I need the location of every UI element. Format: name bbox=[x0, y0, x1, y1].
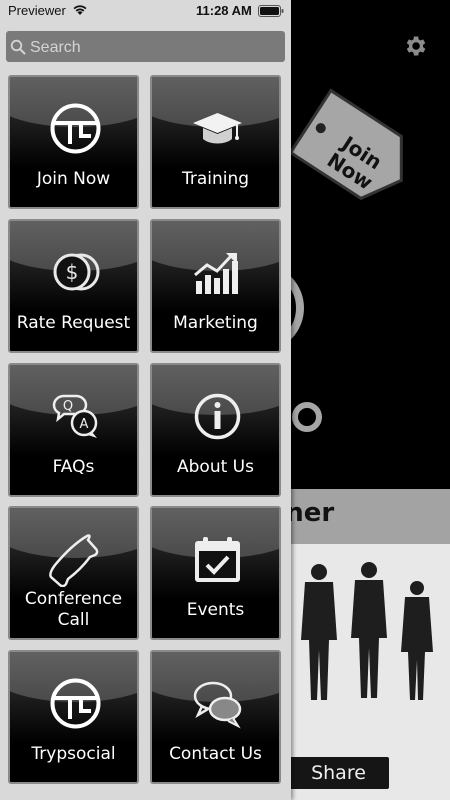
svg-text:Q: Q bbox=[63, 399, 73, 414]
menu-tile-training[interactable]: Training bbox=[150, 75, 281, 209]
menu-tile-trypsocial[interactable]: Trypsocial bbox=[8, 650, 139, 784]
info-icon bbox=[194, 393, 241, 440]
wifi-icon bbox=[73, 5, 87, 15]
chat-bubbles-icon bbox=[193, 681, 242, 729]
phone-icon bbox=[49, 534, 99, 587]
business-people-image bbox=[301, 562, 433, 700]
menu-tile-conference-call[interactable]: Conference Call bbox=[8, 506, 139, 640]
tile-label: Marketing bbox=[173, 313, 258, 333]
trypsocial-logo-icon bbox=[50, 678, 101, 729]
svg-text:A: A bbox=[80, 417, 89, 432]
tile-label: Conference Call bbox=[24, 589, 123, 630]
tile-label: Trypsocial bbox=[31, 744, 116, 764]
menu-tile-events[interactable]: Events bbox=[150, 506, 281, 640]
tile-label: About Us bbox=[177, 457, 254, 477]
tile-label: FAQs bbox=[52, 457, 95, 477]
status-bar: Previewer 11:28 AM bbox=[0, 0, 291, 22]
battery-icon bbox=[258, 5, 284, 17]
tile-label: Join Now bbox=[36, 169, 111, 189]
menu-tile-faqs[interactable]: Q A FAQs bbox=[8, 363, 139, 497]
search-input[interactable] bbox=[28, 33, 282, 62]
ring-dot bbox=[292, 402, 322, 432]
search-icon bbox=[10, 39, 26, 55]
menu-tile-about-us[interactable]: About Us bbox=[150, 363, 281, 497]
carrier-name: Previewer bbox=[8, 3, 66, 18]
gear-icon[interactable] bbox=[402, 33, 428, 59]
tile-label: Rate Request bbox=[16, 313, 131, 333]
menu-tile-marketing[interactable]: Marketing bbox=[150, 219, 281, 353]
qa-bubbles-icon: Q A bbox=[52, 394, 98, 438]
growth-chart-icon bbox=[194, 253, 238, 294]
share-button[interactable]: Share bbox=[288, 757, 389, 789]
menu-tile-rate-request[interactable]: $ Rate Request bbox=[8, 219, 139, 353]
graduation-cap-icon bbox=[193, 113, 242, 144]
menu-tile-contact-us[interactable]: Contact Us bbox=[150, 650, 281, 784]
status-time: 11:28 AM bbox=[196, 3, 252, 18]
side-menu: Previewer 11:28 AM Join Now bbox=[0, 0, 291, 800]
tile-label: Events bbox=[186, 600, 245, 620]
svg-text:$: $ bbox=[66, 260, 79, 284]
tile-label: Contact Us bbox=[169, 744, 262, 764]
tile-label: Training bbox=[181, 169, 250, 189]
trypsocial-logo-icon bbox=[50, 103, 101, 154]
calendar-check-icon bbox=[195, 537, 240, 582]
dollar-coins-icon: $ bbox=[53, 253, 100, 291]
menu-tile-join-now[interactable]: Join Now bbox=[8, 75, 139, 209]
